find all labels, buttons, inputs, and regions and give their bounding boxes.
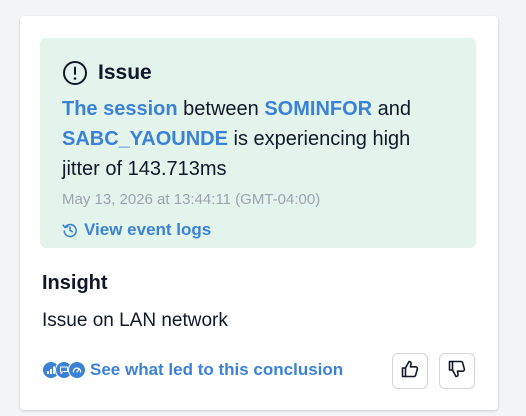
source-site-link[interactable]: SOMINFOR [264,98,372,120]
issue-panel: Issue The session between SOMINFOR and S… [40,38,476,248]
issue-text-between: between [177,98,265,120]
issue-header: Issue [62,60,454,86]
issue-title: Issue [98,61,152,84]
issue-description: The session between SOMINFOR and SABC_YA… [62,94,442,184]
history-icon [62,222,78,238]
view-event-logs-link[interactable]: View event logs [62,220,454,240]
thumbs-up-icon [400,359,420,384]
thumbs-down-button[interactable] [439,353,475,389]
thumbs-up-button[interactable] [392,353,428,389]
source-badges [42,361,86,379]
exclamation-circle-icon [62,60,88,86]
destination-site-link[interactable]: SABC_YAOUNDE [62,128,228,150]
gauge-icon [68,361,86,379]
issue-text-and: and [372,98,412,120]
view-event-logs-label: View event logs [84,220,212,239]
issue-timestamp: May 13, 2026 at 13:44:11 (GMT-04:00) [62,191,321,208]
thumbs-down-icon [447,359,467,384]
session-link[interactable]: The session [62,98,178,120]
see-conclusion-link[interactable]: See what led to this conclusion [42,360,343,380]
insight-title: Insight [42,272,108,294]
issue-card: Issue The session between SOMINFOR and S… [20,16,498,410]
see-conclusion-label: See what led to this conclusion [90,360,344,379]
insight-text: Issue on LAN network [42,310,228,331]
